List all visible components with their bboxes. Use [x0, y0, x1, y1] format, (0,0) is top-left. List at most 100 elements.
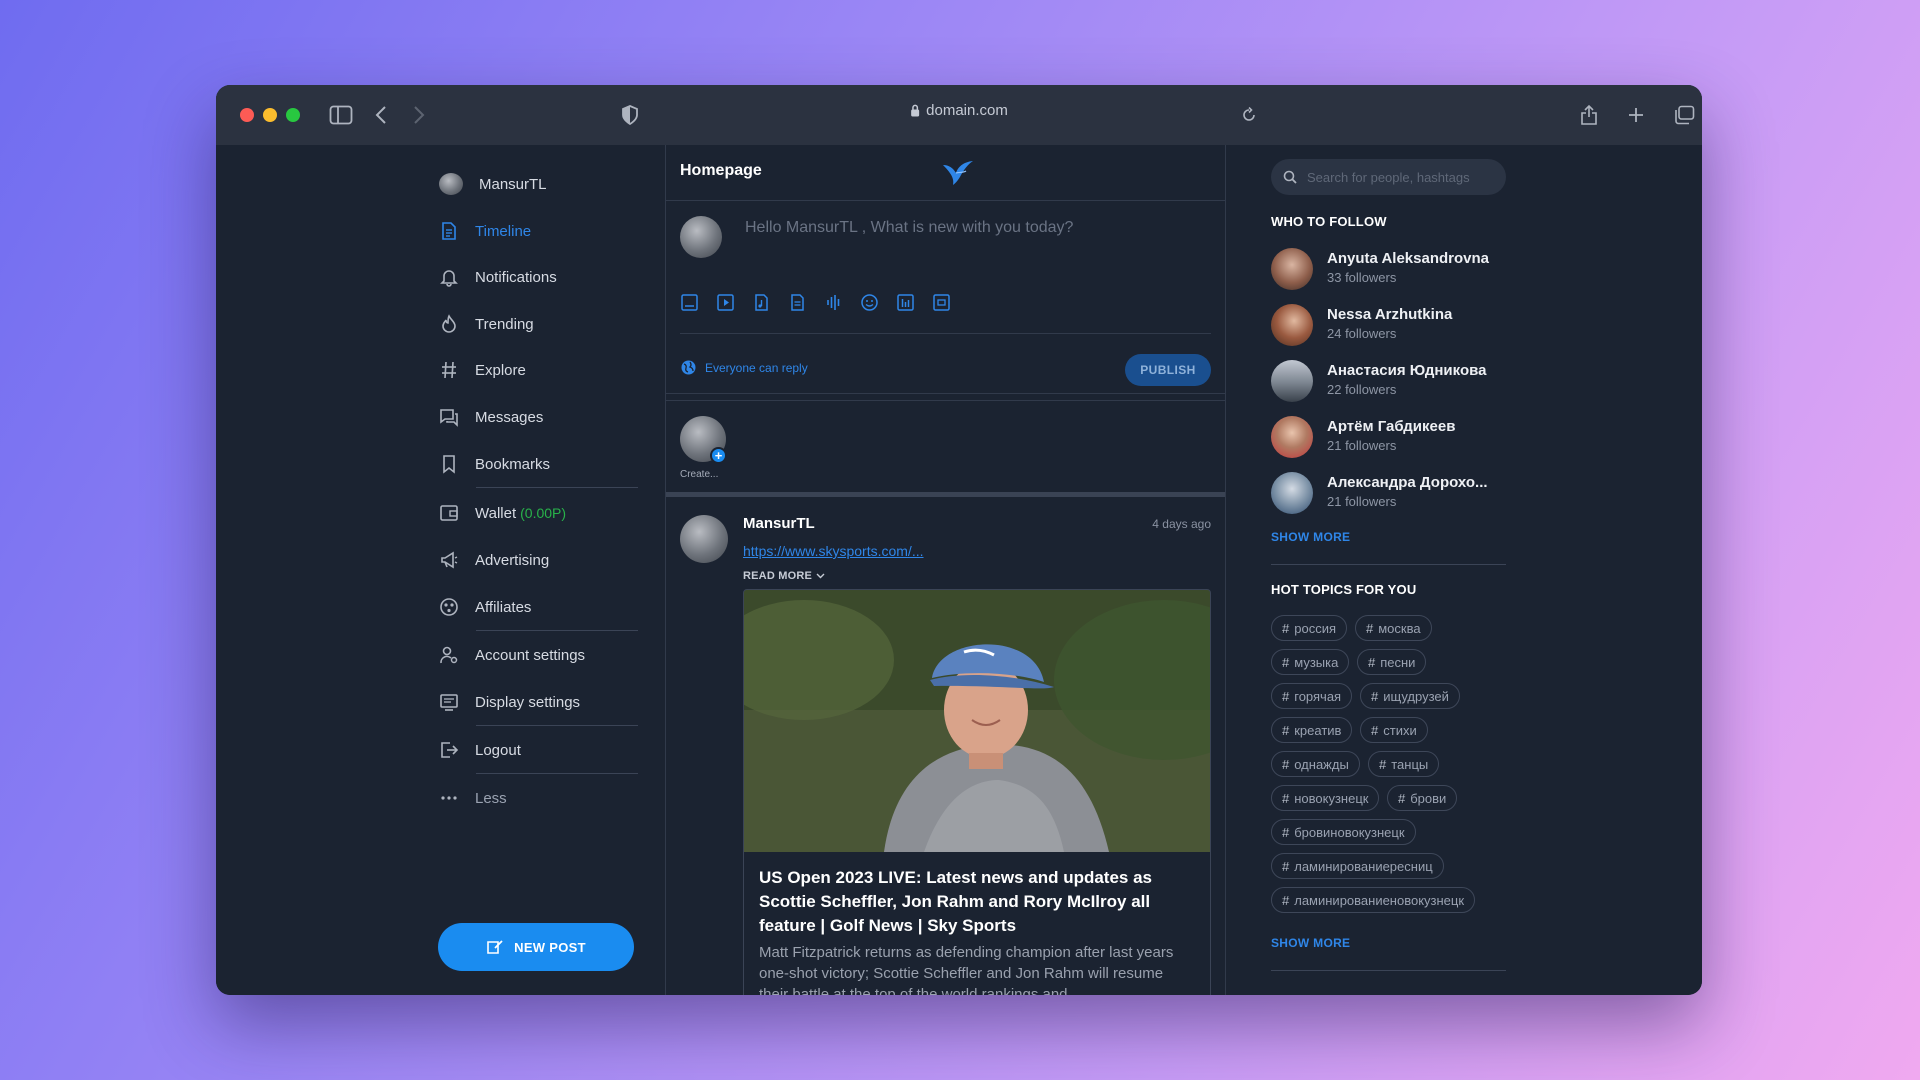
address-bar[interactable]: domain.com	[910, 102, 1008, 119]
wallet-icon	[440, 505, 458, 521]
audio-file-icon[interactable]	[752, 293, 771, 312]
hashtag-icon: #	[1371, 688, 1379, 704]
emoji-icon[interactable]	[860, 293, 879, 312]
sidebar-username: MansurTL	[479, 175, 547, 193]
sidebar-item-label: Advertising	[475, 551, 550, 569]
compose-avatar	[680, 216, 722, 258]
sidebar-item-account-settings[interactable]: Account settings	[439, 640, 585, 670]
read-more-button[interactable]: READ MORE	[743, 570, 825, 582]
sidebar-item-explore[interactable]: Explore	[439, 355, 526, 385]
follow-suggestion[interactable]: Артём Габдикеев 21 followers	[1271, 416, 1511, 460]
user-settings-icon	[440, 646, 458, 664]
sidebar-item-label: Notifications	[475, 268, 557, 286]
hashtag-chip[interactable]: # стихи	[1360, 717, 1428, 743]
privacy-shield-icon[interactable]	[617, 103, 643, 127]
sidebar-item-wallet[interactable]: Wallet (0.00P)	[439, 498, 566, 528]
maximize-window-button[interactable]	[286, 108, 300, 122]
follow-suggestion[interactable]: Александра Дорохо... 21 followers	[1271, 472, 1511, 516]
new-post-button[interactable]: NEW POST	[438, 923, 634, 971]
sidebar-item-label: Explore	[475, 361, 526, 379]
video-upload-icon[interactable]	[716, 293, 735, 312]
hashtag-chip[interactable]: # горячая	[1271, 683, 1353, 709]
sidebar-item-trending[interactable]: Trending	[439, 309, 534, 339]
hashtag-chip[interactable]: # новокузнецк	[1271, 785, 1380, 811]
hashtag-chip[interactable]: # ламинированиересниц	[1271, 853, 1444, 879]
hashtag-chip[interactable]: # креатив	[1271, 717, 1353, 743]
add-story-icon[interactable]: +	[710, 447, 727, 464]
hashtag-chip[interactable]: # песни	[1357, 649, 1427, 675]
follow-name: Александра Дорохо...	[1327, 474, 1488, 491]
hashtag-icon	[442, 361, 456, 379]
user-avatar	[439, 173, 463, 195]
tabs-overview-icon[interactable]	[1671, 103, 1697, 127]
hashtag-label: танцы	[1391, 756, 1429, 772]
article-title: US Open 2023 LIVE: Latest news and updat…	[759, 868, 1153, 935]
sidebar-item-less[interactable]: Less	[439, 783, 507, 813]
follow-suggestion[interactable]: Анастасия Юдникова 22 followers	[1271, 360, 1511, 404]
hashtag-chip[interactable]: # россия	[1271, 615, 1347, 641]
compose-input[interactable]: Hello MansurTL , What is new with you to…	[745, 219, 1073, 237]
poll-icon[interactable]	[896, 293, 915, 312]
sidebar-item-display-settings[interactable]: Display settings	[439, 687, 580, 717]
minimize-window-button[interactable]	[263, 108, 277, 122]
article-image	[744, 590, 1210, 852]
new-tab-icon[interactable]	[1623, 103, 1649, 127]
hashtag-icon: #	[1282, 756, 1290, 772]
hashtag-chip[interactable]: # музыка	[1271, 649, 1350, 675]
sidebar-item-label: Less	[475, 789, 507, 807]
article-description: Matt Fitzpatrick returns as defending ch…	[759, 944, 1174, 995]
sidebar-item-affiliates[interactable]: Affiliates	[439, 592, 531, 622]
hashtag-chip[interactable]: # ищудрузей	[1360, 683, 1460, 709]
hashtag-icon: #	[1282, 722, 1290, 738]
close-window-button[interactable]	[240, 108, 254, 122]
hashtag-chip[interactable]: # ламинированиеновокузнецк	[1271, 887, 1476, 913]
main-feed: Homepage Hello MansurTL , What is new wi…	[665, 145, 1226, 995]
sidebar-toggle-icon[interactable]	[328, 103, 354, 127]
sidebar-item-bookmarks[interactable]: Bookmarks	[439, 449, 550, 479]
compose-actions: Everyone can reply PUBLISH	[666, 339, 1225, 401]
sidebar-item-advertising[interactable]: Advertising	[439, 545, 549, 575]
publish-button[interactable]: PUBLISH	[1125, 354, 1211, 386]
hashtag-icon: #	[1368, 654, 1376, 670]
hashtag-chip[interactable]: # бровиновокузнецк	[1271, 819, 1416, 845]
hashtag-chip[interactable]: # однажды	[1271, 751, 1360, 777]
search-box[interactable]	[1271, 159, 1506, 195]
sidebar-item-messages[interactable]: Messages	[439, 402, 543, 432]
megaphone-icon	[441, 551, 458, 569]
voice-record-icon[interactable]	[824, 293, 843, 312]
chevron-down-icon	[816, 573, 825, 579]
back-icon[interactable]	[368, 103, 394, 127]
hashtag-icon: #	[1371, 722, 1379, 738]
user-avatar	[1271, 416, 1313, 458]
search-input[interactable]	[1307, 169, 1487, 185]
hashtag-chip[interactable]: # москва	[1355, 615, 1432, 641]
follow-suggestion[interactable]: Nessa Arzhutkina 24 followers	[1271, 304, 1511, 348]
forward-icon[interactable]	[406, 103, 432, 127]
show-more-topics-link[interactable]: SHOW MORE	[1271, 936, 1350, 950]
follow-suggestion[interactable]: Anyuta Aleksandrovna 33 followers	[1271, 248, 1511, 292]
sidebar-item-logout[interactable]: Logout	[439, 735, 521, 765]
hashtag-chip[interactable]: # танцы	[1368, 751, 1440, 777]
reply-setting-button[interactable]: Everyone can reply	[680, 359, 808, 376]
image-upload-icon[interactable]	[680, 293, 699, 312]
sidebar-item-timeline[interactable]: Timeline	[439, 216, 531, 246]
hashtag-icon: #	[1282, 688, 1290, 704]
link-preview-card[interactable]: US Open 2023 LIVE: Latest news and updat…	[743, 589, 1211, 995]
post-author-avatar[interactable]	[680, 515, 728, 563]
bell-icon	[440, 270, 458, 287]
show-more-follow-link[interactable]: SHOW MORE	[1271, 530, 1350, 544]
sidebar-item-notifications[interactable]: Notifications	[439, 262, 557, 292]
new-post-label: NEW POST	[514, 939, 586, 955]
bird-logo-icon[interactable]	[941, 159, 975, 192]
hashtag-chip[interactable]: # брови	[1387, 785, 1458, 811]
share-icon[interactable]	[1576, 103, 1602, 127]
hashtag-label: бровиновокузнецк	[1294, 824, 1405, 840]
reload-icon[interactable]	[1236, 103, 1262, 127]
sidebar-profile[interactable]: MansurTL	[439, 169, 547, 199]
post-link[interactable]: https://www.skysports.com/...	[743, 543, 924, 559]
gif-icon[interactable]	[932, 293, 951, 312]
document-icon[interactable]	[788, 293, 807, 312]
feed-post: MansurTL 4 days ago https://www.skysport…	[666, 497, 1225, 995]
post-author[interactable]: MansurTL	[743, 515, 815, 532]
hashtag-icon: #	[1282, 790, 1290, 806]
